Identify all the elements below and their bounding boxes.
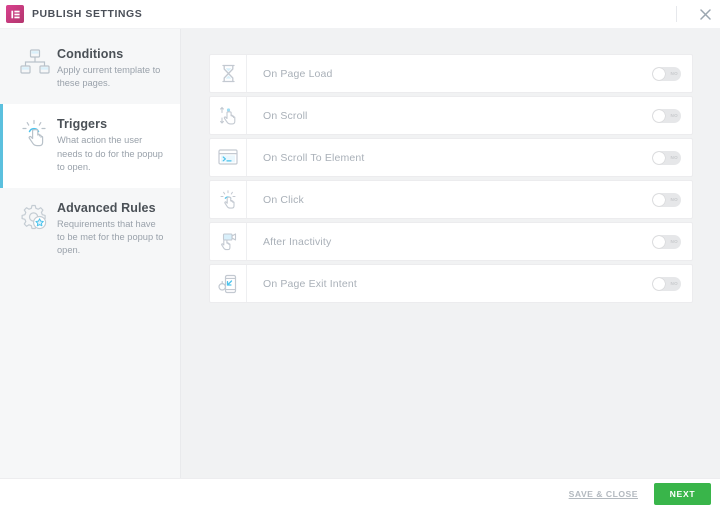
toggle-knob [653, 277, 665, 290]
elementor-logo-icon [6, 5, 24, 23]
toggle-knob [653, 109, 665, 122]
trigger-list: On Page Load NO On Scroll NO On Scroll T… [210, 55, 692, 302]
sidebar-item-desc: Apply current template to these pages. [57, 65, 161, 89]
sidebar-item-text: Triggers What action the user needs to d… [57, 116, 166, 174]
trigger-row[interactable]: On Scroll To Element NO [210, 139, 692, 176]
trigger-toggle-wrap: NO [652, 234, 692, 249]
click-hand-icon [13, 116, 57, 149]
trigger-row[interactable]: On Page Load NO [210, 55, 692, 92]
sidebar-item-text: Advanced Rules Requirements that have to… [57, 200, 166, 258]
sidebar: Conditions Apply current template to the… [0, 29, 181, 478]
toggle-state-label: NO [670, 280, 678, 286]
sidebar-item-conditions[interactable]: Conditions Apply current template to the… [0, 34, 180, 104]
modal-body: Conditions Apply current template to the… [0, 29, 720, 478]
header-divider [676, 6, 677, 22]
trigger-toggle-wrap: NO [652, 108, 692, 123]
header-actions [676, 0, 720, 28]
sidebar-item-label: Advanced Rules [57, 200, 156, 215]
sidebar-item-desc: Requirements that have to be met for the… [57, 218, 164, 256]
trigger-toggle[interactable]: NO [652, 276, 681, 291]
trigger-row[interactable]: On Page Exit Intent NO [210, 265, 692, 302]
publish-settings-modal: PUBLISH SETTINGS Conditions Apply curren… [0, 0, 720, 509]
exit-intent-icon [210, 265, 247, 302]
trigger-label: On Click [263, 193, 304, 206]
trigger-row[interactable]: After Inactivity NO [210, 223, 692, 260]
trigger-row[interactable]: On Scroll NO [210, 97, 692, 134]
toggle-state-label: NO [670, 112, 678, 118]
gear-star-icon [13, 200, 57, 233]
toggle-state-label: NO [670, 238, 678, 244]
trigger-toggle[interactable]: NO [652, 192, 681, 207]
trigger-toggle[interactable]: NO [652, 66, 681, 81]
sidebar-item-label: Triggers [57, 117, 108, 132]
page-title: PUBLISH SETTINGS [32, 8, 143, 20]
modal-header: PUBLISH SETTINGS [0, 0, 720, 29]
trigger-toggle-wrap: NO [652, 192, 692, 207]
inactivity-hand-icon [210, 223, 247, 260]
trigger-row[interactable]: On Click NO [210, 181, 692, 218]
toggle-state-label: NO [670, 196, 678, 202]
trigger-toggle[interactable]: NO [652, 108, 681, 123]
trigger-toggle-wrap: NO [652, 66, 692, 81]
sidebar-item-triggers[interactable]: Triggers What action the user needs to d… [0, 104, 180, 188]
save-and-close-button[interactable]: SAVE & CLOSE [569, 489, 638, 499]
modal-footer: SAVE & CLOSE NEXT [0, 478, 720, 509]
trigger-toggle[interactable]: NO [652, 150, 681, 165]
trigger-label: On Scroll [263, 109, 308, 122]
trigger-label: On Page Load [263, 67, 333, 80]
trigger-toggle-wrap: NO [652, 150, 692, 165]
sidebar-item-text: Conditions Apply current template to the… [57, 46, 166, 90]
click-hand-icon [210, 181, 247, 218]
sidebar-item-advanced-rules[interactable]: Advanced Rules Requirements that have to… [0, 188, 180, 272]
sidebar-item-desc: What action the user needs to do for the… [57, 135, 163, 172]
scroll-hand-icon [210, 97, 247, 134]
trigger-toggle[interactable]: NO [652, 234, 681, 249]
trigger-label: After Inactivity [263, 235, 332, 248]
hourglass-icon [210, 55, 247, 92]
toggle-knob [653, 151, 665, 164]
sitemap-icon [13, 46, 57, 76]
trigger-label: On Scroll To Element [263, 151, 365, 164]
next-button[interactable]: NEXT [654, 483, 711, 505]
sidebar-item-label: Conditions [57, 47, 124, 61]
toggle-state-label: NO [670, 70, 678, 76]
trigger-label: On Page Exit Intent [263, 277, 357, 290]
trigger-toggle-wrap: NO [652, 276, 692, 291]
close-icon[interactable] [690, 0, 720, 29]
toggle-knob [653, 193, 665, 206]
toggle-state-label: NO [670, 154, 678, 160]
main-content: On Page Load NO On Scroll NO On Scroll T… [181, 29, 720, 478]
browser-window-icon [210, 139, 247, 176]
toggle-knob [653, 67, 665, 80]
toggle-knob [653, 235, 665, 248]
